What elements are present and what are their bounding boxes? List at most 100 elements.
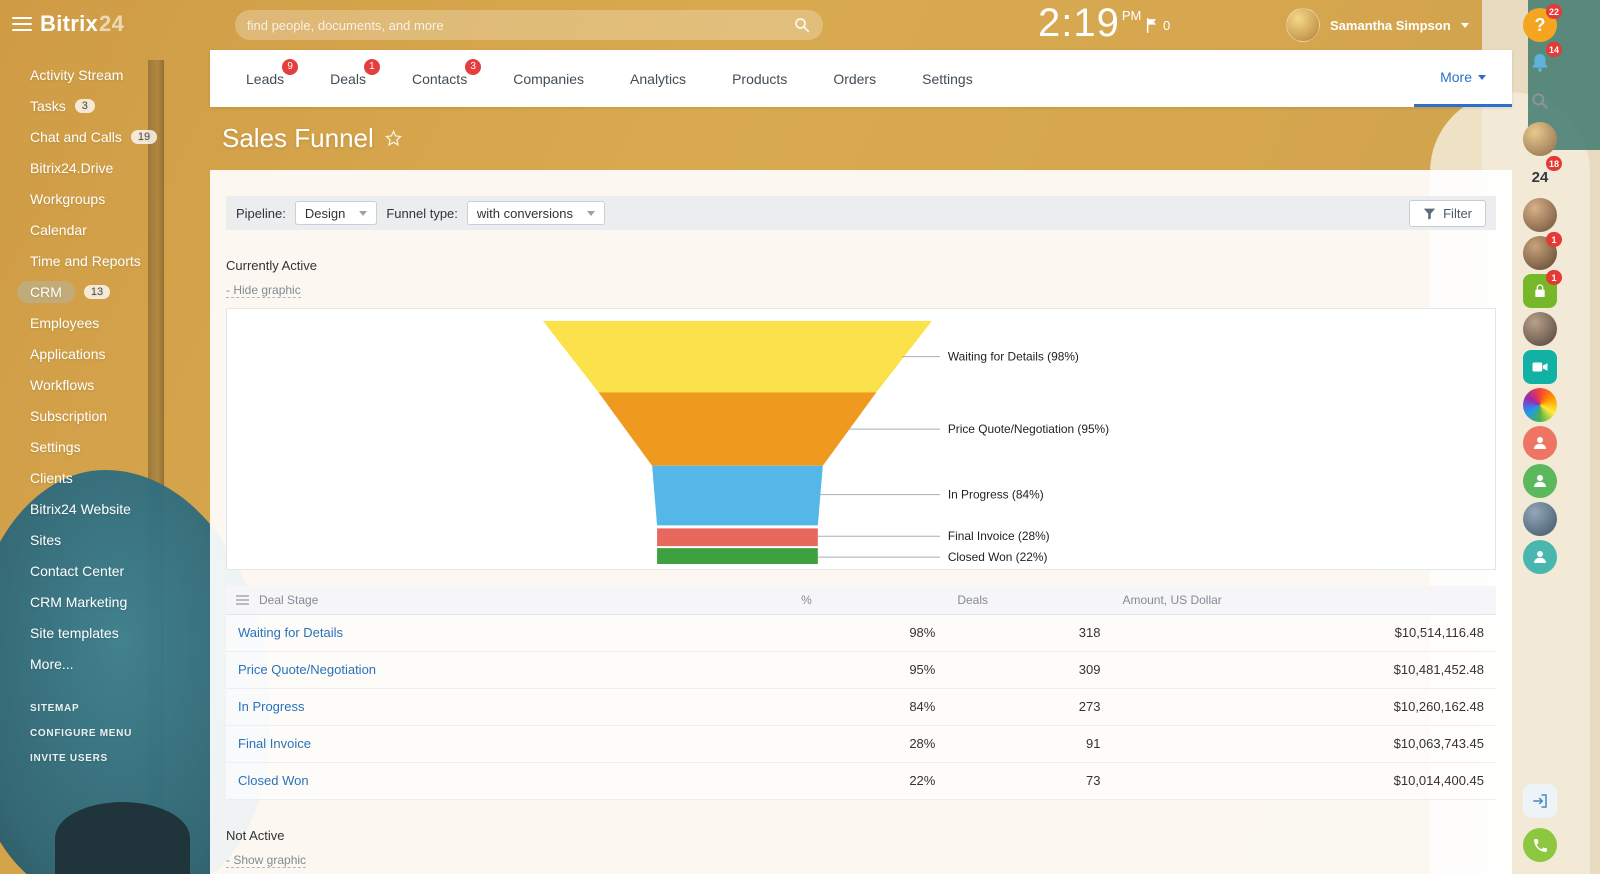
deal-stage-cell: Price Quote/Negotiation — [226, 651, 791, 688]
call-phone-icon[interactable] — [1523, 828, 1557, 862]
deal-stage-link[interactable]: Waiting for Details — [238, 625, 343, 640]
tab-deals[interactable]: Deals1 — [330, 71, 366, 87]
tab-orders[interactable]: Orders — [833, 71, 876, 87]
bitrix24-messenger-counter[interactable]: 2418 — [1523, 160, 1557, 194]
table-row[interactable]: Closed Won22%73$10,014,400.45 — [226, 762, 1496, 799]
section-title-active: Currently Active — [226, 258, 1496, 273]
notifications-bell-icon[interactable]: 14 — [1523, 46, 1557, 80]
logo-text: Bitrix — [40, 11, 98, 36]
column-header-[interactable]: % — [791, 586, 947, 614]
user-avatar[interactable] — [1523, 198, 1557, 232]
export-feed-icon[interactable] — [1523, 784, 1557, 818]
deal-stage-link[interactable]: Closed Won — [238, 773, 309, 788]
funnel-chart-box: Waiting for Details (98%)Price Quote/Neg… — [226, 308, 1496, 570]
sidebar-item-label: Calendar — [30, 222, 87, 238]
global-search[interactable] — [235, 10, 823, 40]
table-settings-icon[interactable] — [236, 595, 249, 607]
sidebar-item-label: More... — [30, 656, 74, 672]
sidebar-item-time-and-reports[interactable]: Time and Reports — [30, 252, 210, 270]
search-input[interactable] — [247, 18, 793, 33]
tab-products[interactable]: Products — [732, 71, 787, 87]
user-name: Samantha Simpson — [1330, 18, 1451, 33]
user-avatar[interactable] — [1523, 122, 1557, 156]
deal-stage-link[interactable]: Price Quote/Negotiation — [238, 662, 376, 677]
funnel-stage-label: Final Invoice (28%) — [948, 529, 1050, 543]
sidebar-item-sites[interactable]: Sites — [30, 531, 210, 549]
deal-stage-link[interactable]: In Progress — [238, 699, 304, 714]
deal-stage-link[interactable]: Final Invoice — [238, 736, 311, 751]
tab-contacts[interactable]: Contacts3 — [412, 71, 467, 87]
favorite-star-icon[interactable] — [384, 129, 403, 148]
sidebar-item-more[interactable]: More... — [30, 655, 210, 673]
logo-24: 24 — [99, 11, 124, 36]
sidebar-item-label: Bitrix24 Website — [30, 501, 131, 517]
secure-chat-lock-icon[interactable]: 1 — [1523, 274, 1557, 308]
funnel-type-select[interactable]: with conversions — [467, 201, 605, 225]
contact-person-icon[interactable] — [1523, 426, 1557, 460]
video-call-icon[interactable] — [1523, 350, 1557, 384]
table-row[interactable]: Final Invoice28%91$10,063,743.45 — [226, 725, 1496, 762]
sidebar-item-employees[interactable]: Employees — [30, 314, 210, 332]
user-avatar[interactable]: 1 — [1523, 236, 1557, 270]
tab-leads[interactable]: Leads9 — [246, 71, 284, 87]
user-avatar[interactable] — [1523, 312, 1557, 346]
sidebar-item-activity-stream[interactable]: Activity Stream — [30, 66, 210, 84]
tab-analytics[interactable]: Analytics — [630, 71, 686, 87]
bitrix24-logo[interactable]: Bitrix24 — [40, 11, 124, 37]
table-row[interactable]: Waiting for Details98%318$10,514,116.48 — [226, 614, 1496, 651]
tab-settings[interactable]: Settings — [922, 71, 973, 87]
show-graphic-link[interactable]: - Show graphic — [226, 853, 306, 868]
pipeline-select[interactable]: Design — [295, 201, 377, 225]
tab-companies[interactable]: Companies — [513, 71, 584, 87]
flag-counter[interactable]: 0 — [1146, 18, 1170, 33]
sidebar-item-contact-center[interactable]: Contact Center — [30, 562, 210, 580]
sidebar-item-label: Clients — [30, 470, 73, 486]
sidebar-item-settings[interactable]: Settings — [30, 438, 210, 456]
deal-stage-cell: In Progress — [226, 688, 791, 725]
sidebar-item-workflows[interactable]: Workflows — [30, 376, 210, 394]
sidebar-footer-link-sitemap[interactable]: SITEMAP — [30, 703, 210, 714]
sidebar-item-label: Bitrix24.Drive — [30, 160, 113, 176]
sidebar-item-bitrix24-website[interactable]: Bitrix24 Website — [30, 500, 210, 518]
crm-nav-tabs: Leads9 Deals1 Contacts3 Companies Analytics P… — [246, 71, 973, 87]
sidebar-item-badge: 13 — [84, 285, 110, 299]
sidebar-item-site-templates[interactable]: Site templates — [30, 624, 210, 642]
marketplace-icon[interactable] — [1523, 388, 1557, 422]
hide-graphic-link[interactable]: - Hide graphic — [226, 283, 301, 298]
menu-hamburger-icon[interactable] — [12, 17, 32, 35]
sidebar-item-tasks[interactable]: Tasks3 — [30, 97, 210, 115]
contact-person-icon[interactable] — [1523, 540, 1557, 574]
amount-cell: $10,063,743.45 — [1112, 725, 1496, 762]
nav-more-button[interactable]: More — [1414, 50, 1512, 107]
sidebar-item-workgroups[interactable]: Workgroups — [30, 190, 210, 208]
search-icon[interactable] — [793, 16, 811, 34]
column-header-deal-stage[interactable]: Deal Stage — [226, 586, 791, 614]
clock-widget[interactable]: 2:19PM — [1038, 1, 1139, 46]
sidebar-item-subscription[interactable]: Subscription — [30, 407, 210, 425]
help-icon[interactable]: ?22 — [1523, 8, 1557, 42]
sidebar-footer-link-configure-menu[interactable]: CONFIGURE MENU — [30, 728, 210, 739]
column-header-amount-us-dollar[interactable]: Amount, US Dollar — [1112, 586, 1496, 614]
sidebar-item-crm-marketing[interactable]: CRM Marketing — [30, 593, 210, 611]
contact-person-icon[interactable] — [1523, 464, 1557, 498]
sidebar-item-label: Subscription — [30, 408, 107, 424]
filter-button[interactable]: Filter — [1409, 200, 1486, 227]
sidebar-item-bitrix24-drive[interactable]: Bitrix24.Drive — [30, 159, 210, 177]
user-menu[interactable]: Samantha Simpson — [1286, 8, 1469, 42]
sidebar-item-applications[interactable]: Applications — [30, 345, 210, 363]
user-avatar — [1286, 8, 1320, 42]
sidebar: Activity Stream Tasks3 Chat and Calls19 Bit… — [0, 50, 210, 874]
table-row[interactable]: Price Quote/Negotiation95%309$10,481,452… — [226, 651, 1496, 688]
sidebar-item-calendar[interactable]: Calendar — [30, 221, 210, 239]
sidebar-item-crm[interactable]: CRM13 — [30, 283, 210, 301]
user-avatar[interactable] — [1523, 502, 1557, 536]
column-header-label: % — [801, 593, 812, 607]
sidebar-item-clients[interactable]: Clients — [30, 469, 210, 487]
sidebar-item-chat-and-calls[interactable]: Chat and Calls19 — [30, 128, 210, 146]
deals-cell: 273 — [947, 688, 1112, 725]
column-header-deals[interactable]: Deals — [947, 586, 1112, 614]
quick-search-icon[interactable] — [1523, 84, 1557, 118]
sidebar-footer-link-invite-users[interactable]: INVITE USERS — [30, 753, 210, 764]
right-rail: ?22 14 2418 1 1 — [1506, 0, 1574, 874]
table-row[interactable]: In Progress84%273$10,260,162.48 — [226, 688, 1496, 725]
